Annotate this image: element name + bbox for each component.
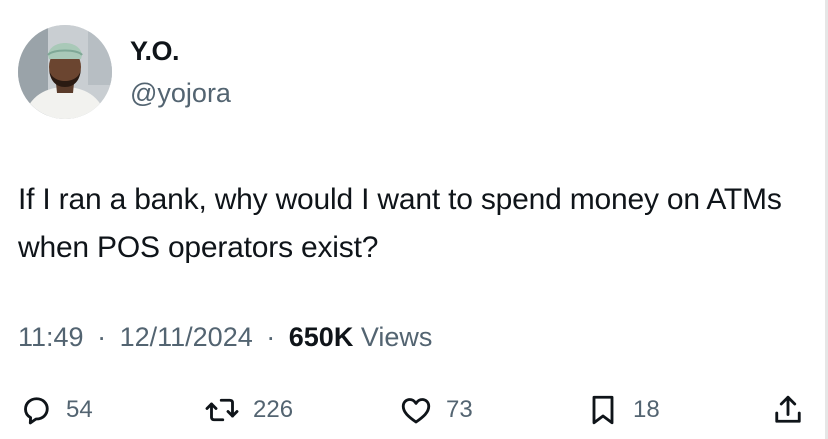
avatar[interactable] [18, 25, 112, 119]
share-button[interactable] [770, 388, 806, 432]
like-button[interactable]: 73 [398, 388, 473, 432]
reply-icon [24, 397, 49, 425]
reply-button[interactable]: 54 [18, 388, 93, 432]
retweet-count: 226 [253, 396, 294, 423]
like-icon [401, 398, 431, 424]
bookmark-button[interactable]: 18 [585, 388, 660, 432]
tweet-card: Y.O. @yojora If I ran a bank, why would … [0, 0, 828, 439]
bookmark-icon [592, 395, 614, 425]
action-bar: 54 226 73 18 [0, 388, 828, 432]
meta-separator: · [266, 322, 276, 352]
views-count: 650K [288, 322, 354, 352]
user-handle[interactable]: @yojora [130, 78, 231, 109]
bookmark-count: 18 [633, 396, 660, 423]
reply-count: 54 [66, 396, 93, 423]
share-icon [775, 395, 801, 423]
avatar-image [18, 25, 112, 119]
retweet-icon [205, 398, 239, 422]
display-name[interactable]: Y.O. [130, 36, 180, 67]
views-label: Views [360, 322, 433, 352]
tweet-meta: 11:49 · 12/11/2024 · 650K Views [18, 322, 432, 353]
tweet-time[interactable]: 11:49 [18, 322, 84, 352]
meta-separator: · [97, 322, 107, 352]
like-count: 73 [446, 396, 473, 423]
retweet-button[interactable]: 226 [203, 388, 293, 432]
tweet-text: If I ran a bank, why would I want to spe… [18, 183, 782, 264]
tweet-date[interactable]: 12/11/2024 [120, 322, 253, 352]
